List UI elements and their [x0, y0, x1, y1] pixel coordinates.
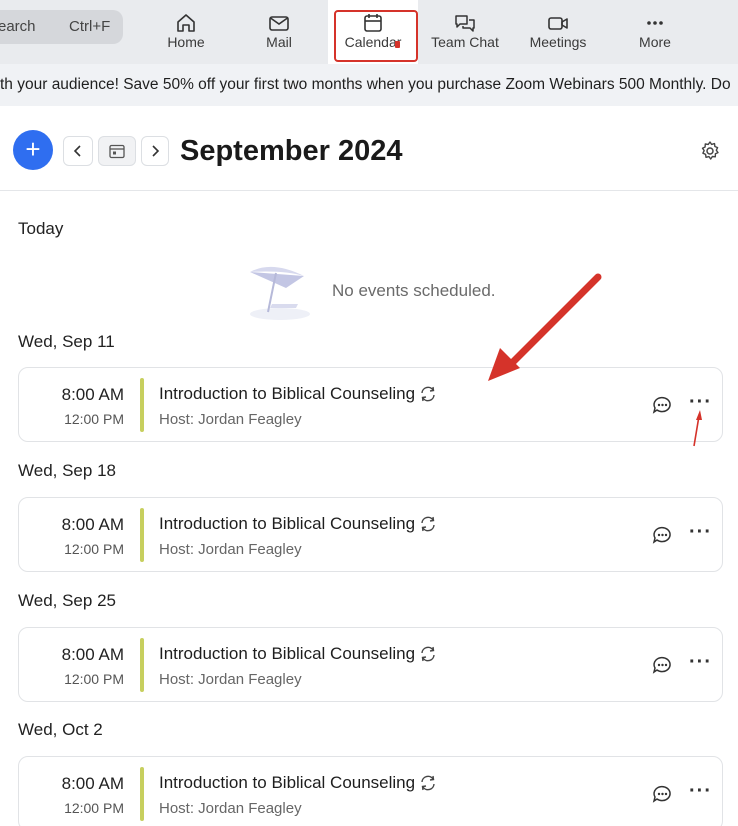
recurring-icon	[421, 646, 435, 662]
chevron-left-icon	[73, 145, 81, 157]
nav-home[interactable]: Home	[149, 0, 223, 64]
team-chat-icon	[455, 15, 475, 32]
event-end-time: 12:00 PM	[64, 541, 124, 557]
event-card[interactable]: 8:00 AM 12:00 PM Introduction to Biblical …	[18, 497, 723, 572]
chat-icon[interactable]	[652, 525, 672, 545]
event-title-row: Introduction to Biblical Counseling	[159, 773, 437, 793]
video-icon	[548, 17, 568, 30]
event-color-bar	[140, 508, 144, 562]
recurring-icon	[421, 386, 435, 402]
event-title-row: Introduction to Biblical Counseling	[159, 514, 437, 534]
nav-team-chat[interactable]: Team Chat	[426, 0, 504, 64]
more-options-button[interactable]: ···	[689, 652, 712, 672]
search-shortcut: Ctrl+F	[69, 18, 111, 35]
today-label: Today	[18, 219, 64, 238]
event-title: Introduction to Biblical Counseling	[159, 644, 416, 663]
nav-more-label: More	[639, 34, 671, 50]
prev-month-button[interactable]	[63, 136, 93, 166]
event-end-time: 12:00 PM	[64, 671, 124, 687]
event-color-bar	[140, 378, 144, 432]
event-color-bar	[140, 767, 144, 821]
header-divider	[0, 190, 738, 191]
more-options-button[interactable]: ···	[689, 781, 712, 801]
recurring-icon	[421, 516, 435, 532]
more-options-button[interactable]: ···	[689, 392, 712, 412]
mail-icon	[269, 16, 289, 31]
event-end-time: 12:00 PM	[64, 800, 124, 816]
settings-gear-icon[interactable]	[699, 140, 721, 162]
event-end-time: 12:00 PM	[64, 411, 124, 427]
event-host: Host: Jordan Feagley	[159, 671, 302, 688]
event-start-time: 8:00 AM	[61, 385, 124, 404]
chat-icon[interactable]	[652, 395, 672, 415]
event-host: Host: Jordan Feagley	[159, 800, 302, 817]
annotation-arrow-large	[488, 273, 602, 381]
event-host: Host: Jordan Feagley	[159, 541, 302, 558]
date-group-label: Wed, Sep 11	[18, 332, 115, 351]
date-group-label: Wed, Sep 18	[18, 461, 116, 480]
chat-icon[interactable]	[652, 784, 672, 804]
nav-home-label: Home	[167, 34, 205, 50]
top-nav-bar: earch Ctrl+F Home Mail Calendar Team Cha…	[0, 0, 738, 64]
nav-meetings[interactable]: Meetings	[518, 0, 598, 64]
event-card[interactable]: 8:00 AM 12:00 PM Introduction to Biblical …	[18, 367, 723, 442]
month-title: September 2024	[180, 135, 403, 167]
nav-mail[interactable]: Mail	[244, 0, 314, 64]
search-label: earch	[0, 18, 36, 35]
no-events-message: No events scheduled.	[332, 281, 496, 300]
more-icon	[647, 21, 663, 25]
date-group-label: Wed, Oct 2	[18, 720, 103, 739]
event-title: Introduction to Biblical Counseling	[159, 514, 416, 533]
nav-team-chat-label: Team Chat	[431, 34, 499, 50]
event-start-time: 8:00 AM	[61, 774, 124, 793]
calendar-today-icon	[109, 144, 125, 159]
nav-mail-label: Mail	[266, 34, 292, 50]
today-button[interactable]	[98, 136, 136, 166]
annotation-highlight-box	[334, 10, 418, 62]
date-group-label: Wed, Sep 25	[18, 591, 116, 610]
event-title: Introduction to Biblical Counseling	[159, 773, 416, 792]
promo-text: th your audience! Save 50% off your firs…	[0, 76, 731, 93]
nav-more[interactable]: More	[620, 0, 690, 64]
search-box[interactable]: earch Ctrl+F	[0, 10, 123, 44]
event-card[interactable]: 8:00 AM 12:00 PM Introduction to Biblical …	[18, 756, 723, 826]
event-card[interactable]: 8:00 AM 12:00 PM Introduction to Biblical …	[18, 627, 723, 702]
event-title: Introduction to Biblical Counseling	[159, 384, 416, 403]
event-color-bar	[140, 638, 144, 692]
chat-icon[interactable]	[652, 655, 672, 675]
add-event-button[interactable]: +	[13, 130, 53, 170]
annotation-cursor-mark	[395, 41, 400, 48]
event-start-time: 8:00 AM	[61, 645, 124, 664]
beach-umbrella-illustration	[250, 266, 310, 320]
promo-banner[interactable]: th your audience! Save 50% off your firs…	[0, 64, 738, 106]
more-options-button[interactable]: ···	[689, 522, 712, 542]
event-title-row: Introduction to Biblical Counseling	[159, 644, 437, 664]
recurring-icon	[421, 775, 435, 791]
nav-meetings-label: Meetings	[529, 34, 587, 50]
event-host: Host: Jordan Feagley	[159, 411, 302, 428]
next-month-button[interactable]	[141, 136, 169, 166]
home-icon	[177, 14, 195, 32]
chevron-right-icon	[152, 145, 160, 157]
event-title-row: Introduction to Biblical Counseling	[159, 384, 437, 404]
event-start-time: 8:00 AM	[61, 515, 124, 534]
